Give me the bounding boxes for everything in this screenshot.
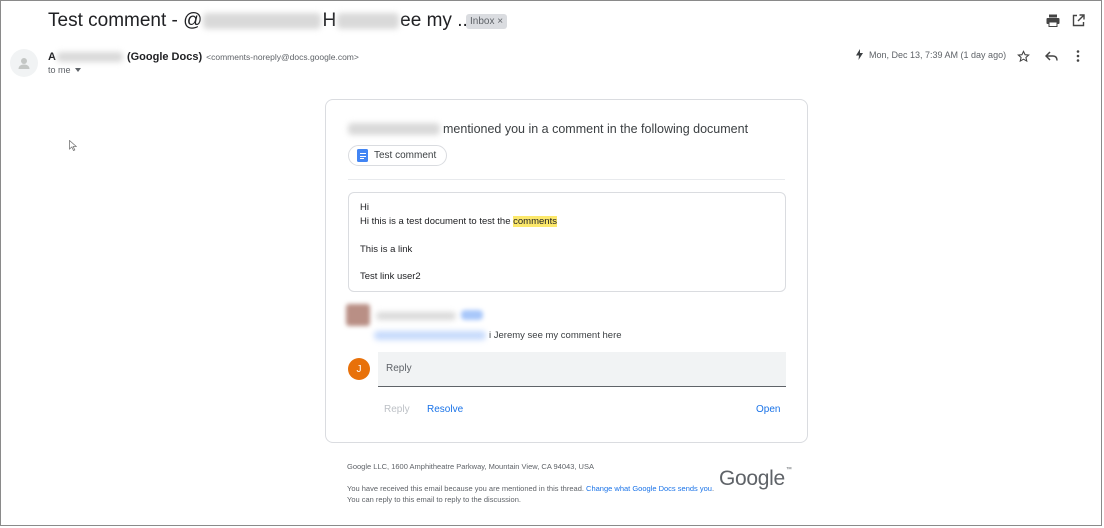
subject-suffix: ee my ...: [400, 10, 474, 31]
footer-note: You have received this email because you…: [347, 483, 717, 505]
quote-line-2: Hi this is a test document to test the c…: [360, 216, 557, 227]
card-divider: [348, 179, 785, 180]
sender-name: (Google Docs): [126, 51, 203, 63]
mention-headline: mentioned you in a comment in the follow…: [348, 122, 748, 136]
sender-initial: A: [48, 51, 56, 63]
trademark-mark: ™: [785, 467, 792, 473]
redacted-email: [203, 13, 322, 29]
sender-email: <comments-noreply@docs.google.com>: [206, 52, 359, 62]
star-icon[interactable]: [1015, 48, 1031, 64]
notification-settings-link[interactable]: Change what Google Docs sends you: [586, 484, 712, 493]
recipient-label: to me: [48, 65, 71, 75]
email-subject: Test comment - @ H ee my ...: [48, 10, 473, 32]
google-logo: Google™: [719, 467, 792, 491]
subject-mid: H: [322, 10, 337, 31]
mention-text: mentioned you in a comment in the follow…: [443, 122, 749, 136]
redacted-name: [337, 13, 400, 29]
highlighted-word: comments: [513, 216, 557, 227]
user-avatar: J: [348, 358, 370, 380]
sender-line: A (Google Docs) <comments-noreply@docs.g…: [48, 51, 359, 63]
quote-line-1: Hi: [360, 202, 369, 213]
redacted-commenter-chip: [461, 310, 483, 320]
comment-text: i Jeremy see my comment here: [489, 330, 622, 341]
open-button[interactable]: Open: [756, 404, 780, 415]
inbox-label-chip[interactable]: Inbox ×: [466, 14, 508, 29]
reply-button[interactable]: Reply: [384, 404, 410, 415]
redacted-commenter-info: [376, 312, 456, 320]
comment-notification-card: mentioned you in a comment in the follow…: [325, 99, 808, 443]
sender-avatar: [10, 49, 38, 77]
document-title: Test comment: [374, 150, 437, 161]
quoted-document-text: Hi Hi this is a test document to test th…: [348, 192, 786, 292]
footer-note-text: You have received this email because you…: [347, 484, 587, 493]
recipient-dropdown[interactable]: to me: [48, 65, 81, 75]
reply-input[interactable]: Reply: [378, 352, 786, 387]
google-logo-text: Google: [719, 467, 785, 490]
subject-prefix: Test comment - @: [48, 10, 203, 31]
comment-body: i Jeremy see my comment here: [374, 330, 622, 341]
quote-line-2-text: Hi this is a test document to test the: [360, 216, 514, 227]
document-link-chip[interactable]: Test comment: [348, 145, 448, 166]
reply-icon[interactable]: [1043, 48, 1059, 64]
redacted-sender-name: [56, 52, 123, 62]
print-icon[interactable]: [1044, 11, 1062, 29]
mouse-pointer-icon: [69, 138, 78, 156]
quote-line-4: Test link user2: [360, 271, 421, 282]
commenter-avatar: [346, 304, 370, 326]
message-meta: Mon, Dec 13, 7:39 AM (1 day ago): [856, 49, 1006, 60]
redacted-commenter-name: [348, 123, 440, 135]
more-vert-icon[interactable]: [1070, 48, 1086, 64]
resolve-button[interactable]: Resolve: [427, 404, 463, 415]
important-bolt-icon: [856, 49, 863, 60]
caret-down-icon: [74, 68, 81, 72]
open-in-new-window-icon[interactable]: [1069, 11, 1087, 29]
google-docs-icon: [357, 149, 368, 162]
footer-address: Google LLC, 1600 Amphitheatre Parkway, M…: [347, 462, 594, 471]
redacted-mention: [374, 331, 486, 340]
quote-line-3: This is a link: [360, 244, 413, 255]
message-date: Mon, Dec 13, 7:39 AM (1 day ago): [869, 49, 1007, 60]
